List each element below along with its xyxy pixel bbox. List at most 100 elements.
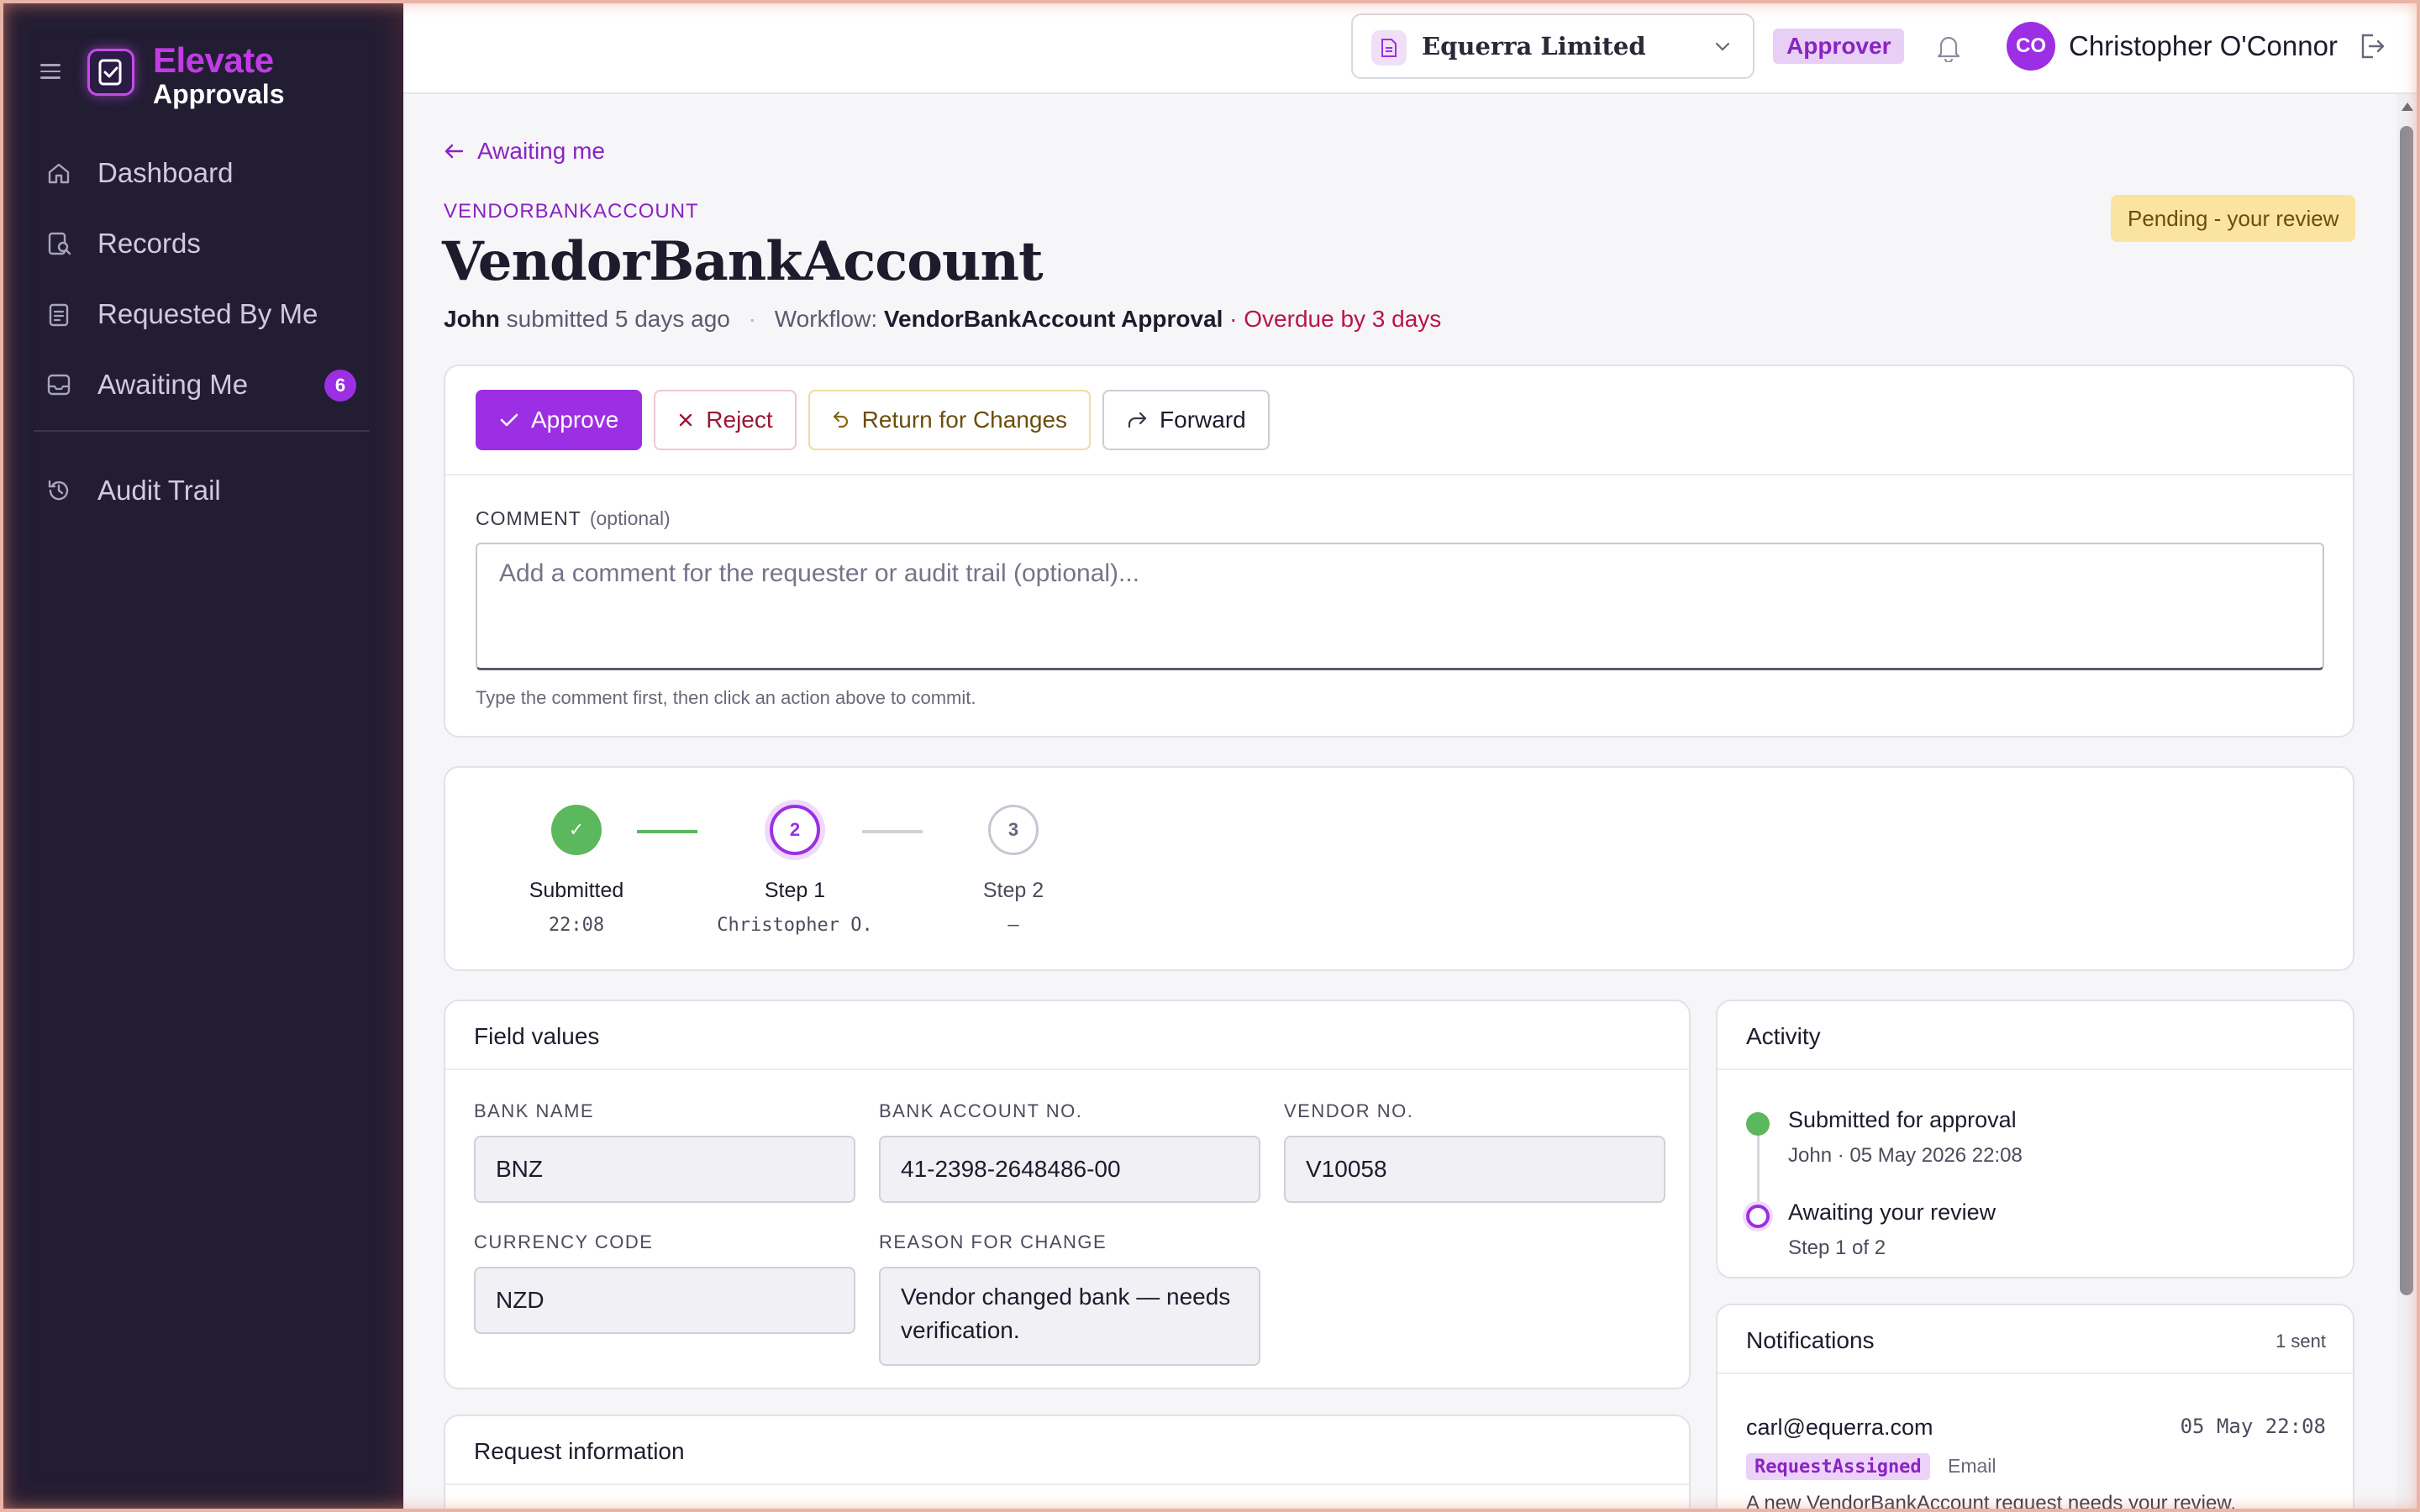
activity-sub: John · 05 May 2026 22:08 [1788, 1144, 2023, 1167]
field-label: REASON FOR CHANGE [879, 1231, 1107, 1252]
scrollbar[interactable] [2396, 94, 2417, 1512]
back-link-label: Awaiting me [477, 138, 606, 164]
notification-channel: Email [1948, 1455, 1996, 1477]
approve-label: Approve [531, 407, 619, 433]
sidebar-item-records[interactable]: Records [34, 208, 370, 279]
sidebar-item-label: Requested By Me [97, 298, 318, 329]
divider [445, 474, 2353, 475]
record-type: VENDORBANKACCOUNT [444, 200, 699, 223]
status-dot [1746, 1112, 1770, 1136]
workflow-label: Workflow: [774, 306, 878, 332]
awaiting-count-badge: 6 [324, 370, 356, 402]
sidebar-divider [34, 430, 370, 432]
sidebar: Elevate Approvals Dashboard Records Requ… [0, 0, 403, 1512]
scrollbar-thumb[interactable] [2400, 126, 2413, 1295]
notification-message: A new VendorBankAccount request needs yo… [1746, 1492, 2237, 1512]
card-title: Activity [1746, 1023, 1821, 1049]
step-sub: – [1007, 915, 1019, 936]
status-dot [1746, 1205, 1770, 1228]
notification-type-tag: RequestAssigned [1746, 1453, 1930, 1480]
field-label: CURRENCY CODE [474, 1231, 654, 1252]
logo-icon [87, 49, 134, 96]
field-label: BANK ACCOUNT NO. [879, 1100, 1083, 1121]
record-meta: John submitted 5 days ago · Workflow: Ve… [444, 306, 1441, 333]
comment-label: COMMENT (optional) [476, 507, 671, 530]
comment-label-text: COMMENT [476, 507, 581, 529]
sidebar-nav: Dashboard Records Requested By Me Awaiti… [34, 138, 370, 526]
return-for-changes-button[interactable]: Return for Changes [808, 390, 1092, 450]
field-value: 41-2398-2648486-00 [879, 1136, 1260, 1203]
step-label: Step 1 [764, 879, 826, 902]
notification-recipient: carl@equerra.com [1746, 1415, 1933, 1440]
arrow-left-icon [445, 144, 464, 159]
meta-separator: · [748, 306, 756, 332]
return-label: Return for Changes [861, 407, 1068, 433]
submitter-name: John [444, 306, 500, 332]
card-header: Field values [445, 1001, 1689, 1070]
brand-name: Elevate [153, 40, 274, 80]
field-value: Vendor changed bank — needs verification… [879, 1267, 1260, 1366]
field-label: VENDOR NO. [1284, 1100, 1414, 1121]
field-bank-account-no: BANK ACCOUNT NO. 41-2398-2648486-00 [879, 1100, 1260, 1203]
card-title: Field values [474, 1023, 600, 1049]
brand-subtitle: Approvals [153, 79, 285, 109]
check-icon [500, 413, 518, 427]
organization-name: Equerra Limited [1422, 32, 1646, 60]
role-badge: Approver [1773, 29, 1905, 64]
sidebar-item-label: Awaiting Me [97, 369, 249, 400]
sidebar-item-dashboard[interactable]: Dashboard [34, 138, 370, 208]
step-connector-done [637, 830, 697, 833]
organization-select[interactable]: Equerra Limited [1351, 13, 1754, 79]
step-marker: ✓ [551, 805, 602, 855]
step-marker: 3 [988, 805, 1039, 855]
home-icon [48, 163, 70, 184]
step-marker: 2 [770, 805, 820, 855]
sidebar-item-label: Records [97, 228, 201, 259]
activity-card: Activity Submitted for approval John · 0… [1716, 1000, 2354, 1278]
step-sub: Christopher O. [717, 915, 873, 936]
reject-button[interactable]: Reject [654, 390, 797, 450]
workflow-name: VendorBankAccount Approval [883, 306, 1223, 332]
reject-label: Reject [706, 407, 773, 433]
sidebar-item-audit-trail[interactable]: Audit Trail [34, 455, 370, 526]
scroll-up-arrow[interactable] [2402, 102, 2413, 111]
forward-label: Forward [1160, 407, 1246, 433]
sidebar-item-awaiting-me[interactable]: Awaiting Me 6 [34, 349, 370, 420]
status-badge: Pending - your review [2111, 195, 2356, 242]
field-value: BNZ [474, 1136, 855, 1203]
field-vendor-no: VENDOR NO. V10058 [1284, 1100, 1665, 1203]
avatar[interactable]: CO [2007, 22, 2055, 71]
card-title: Request information [474, 1438, 685, 1464]
top-bar: Equerra Limited Approver CO Christopher … [403, 0, 2420, 94]
bell-icon[interactable] [1934, 32, 1963, 62]
page-title: VendorBankAccount [442, 230, 1044, 293]
field-value: NZD [474, 1267, 855, 1334]
approve-button[interactable]: Approve [476, 390, 643, 450]
workflow-progress: ✓ Submitted 22:08 2 Step 1 Christopher O… [444, 766, 2354, 971]
comment-textarea[interactable]: Add a comment for the requester or audit… [476, 543, 2324, 670]
step-sub: 22:08 [548, 915, 605, 936]
records-icon [48, 232, 71, 255]
back-link[interactable]: Awaiting me [444, 138, 605, 165]
field-bank-name: BANK NAME BNZ [474, 1100, 855, 1203]
overdue-text: · Overdue by 3 days [1229, 306, 1442, 332]
activity-title: Submitted for approval [1788, 1107, 2017, 1132]
actions-card: Approve Reject Return for Changes Forwar… [444, 365, 2354, 738]
inbox-icon [47, 374, 71, 396]
submitted-time: submitted 5 days ago [506, 306, 730, 332]
menu-icon[interactable] [40, 64, 60, 79]
sidebar-item-requested-by-me[interactable]: Requested By Me [34, 279, 370, 349]
history-icon [48, 480, 69, 501]
request-information-card: Request information [444, 1415, 1691, 1512]
activity-title: Awaiting your review [1788, 1200, 1996, 1225]
sidebar-item-label: Dashboard [97, 157, 234, 188]
step-connector-todo [862, 830, 923, 833]
forward-button[interactable]: Forward [1102, 390, 1270, 450]
user-name[interactable]: Christopher O'Connor [2069, 30, 2338, 62]
step-2: 3 Step 2 – [921, 805, 1106, 936]
chevron-down-icon [1715, 42, 1730, 51]
card-header: Activity [1718, 1001, 2353, 1070]
logout-icon[interactable] [2358, 32, 2386, 60]
field-values-card: Field values BANK NAME BNZ BANK ACCOUNT … [444, 1000, 1691, 1389]
activity-sub: Step 1 of 2 [1788, 1236, 1886, 1259]
